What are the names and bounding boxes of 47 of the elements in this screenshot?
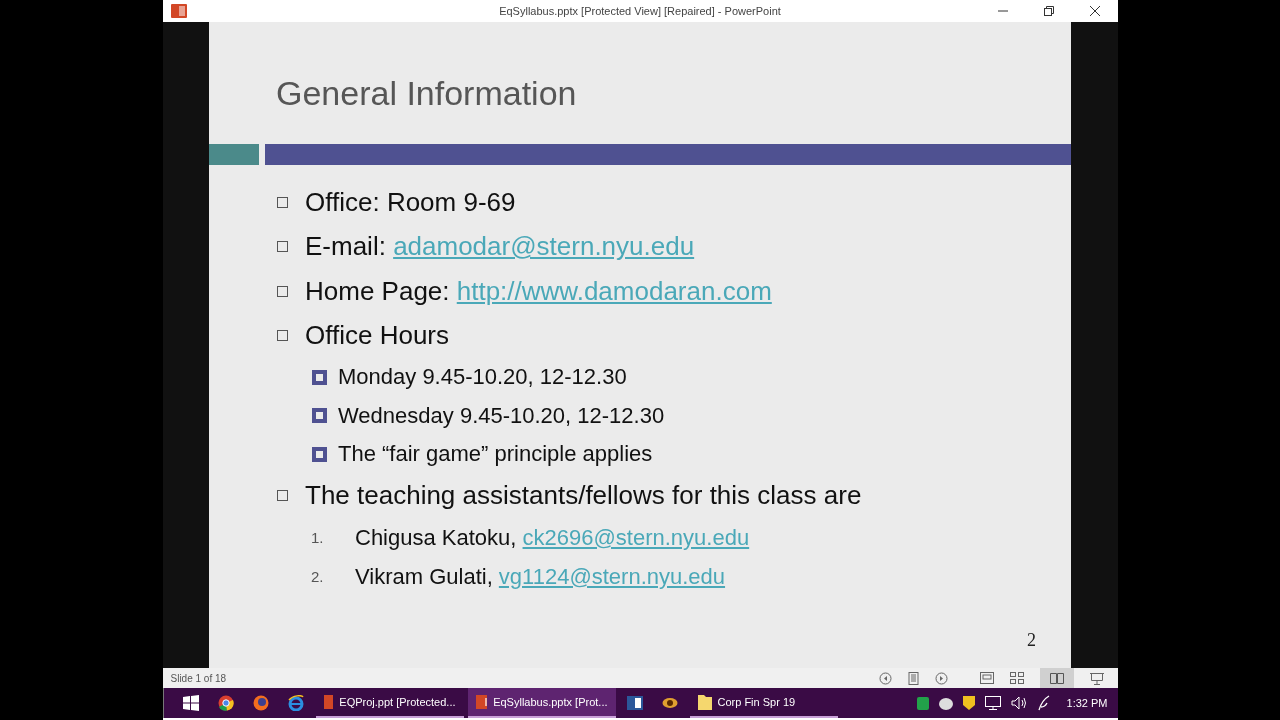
presentation-app-icon — [170, 3, 187, 19]
list-text: Vikram Gulati, vg1124@stern.nyu.edu — [355, 563, 726, 590]
bullet-text: E-mail: adamodar@stern.nyu.edu — [305, 231, 695, 263]
slide-counter: Slide 1 of 18 — [170, 672, 227, 684]
bullet-icon — [277, 196, 288, 208]
restore-icon — [1043, 6, 1054, 16]
bullet-text: The teaching assistants/fellows for this class are — [305, 480, 862, 512]
list-text: Chigusa Katoku, ck2696@stern.nyu.edu — [355, 524, 750, 551]
next-icon[interactable] — [934, 671, 948, 685]
folder-icon — [697, 694, 712, 710]
pen-icon[interactable] — [1036, 695, 1051, 711]
slide-number: 2 — [1027, 630, 1036, 651]
bullet-text: The “fair game” principle applies — [338, 441, 653, 468]
accent-bar — [209, 144, 259, 165]
bullet-icon — [277, 241, 288, 253]
book-icon — [1049, 672, 1064, 684]
normal-view-icon[interactable] — [979, 672, 994, 684]
reading-view-button[interactable] — [1039, 668, 1074, 688]
clock[interactable]: 1:32 PM — [1066, 697, 1108, 709]
bullet-icon — [277, 330, 288, 342]
bullet-icon — [312, 446, 327, 462]
presentation-app-icon — [475, 695, 488, 709]
previous-icon[interactable] — [878, 671, 892, 685]
list-number: 1. — [311, 529, 325, 546]
network-icon[interactable] — [984, 696, 1001, 710]
slideshow-icon[interactable] — [1089, 671, 1104, 685]
taskbar-window-button[interactable]: Corp Fin Spr 19 — [689, 688, 838, 718]
bullet-text: Office: Room 9-69 — [305, 186, 516, 218]
taskbar-window-button[interactable]: EQProj.ppt [Protected... — [315, 688, 464, 718]
grid-view-icon[interactable] — [1009, 672, 1024, 684]
bullet-icon — [312, 408, 327, 424]
bullet-icon — [277, 490, 288, 502]
slide-title: General Information — [275, 73, 578, 114]
speaker-icon[interactable] — [1010, 696, 1027, 710]
list-number: 2. — [311, 568, 325, 585]
bullet-text: Wednesday 9.45-10.20, 12-12.30 — [338, 402, 665, 429]
close-icon — [1089, 6, 1100, 16]
window-title: EqSyllabus.pptx [Protected View] [Repaired] - PowerPoint — [498, 5, 782, 17]
bullet-text: Monday 9.45-10.20, 12-12.30 — [338, 364, 627, 391]
bullet-text: Office Hours — [305, 320, 449, 352]
shield-icon[interactable] — [962, 696, 975, 710]
bullet-icon — [312, 369, 327, 385]
bullet-icon — [277, 285, 288, 297]
taskbar-window-button[interactable]: EqSyllabus.pptx [Prot... — [467, 688, 616, 718]
notes-icon[interactable] — [907, 671, 919, 685]
bullet-text: Home Page: http://www.damodaran.com — [305, 275, 772, 307]
presentation-app-icon — [323, 695, 334, 709]
